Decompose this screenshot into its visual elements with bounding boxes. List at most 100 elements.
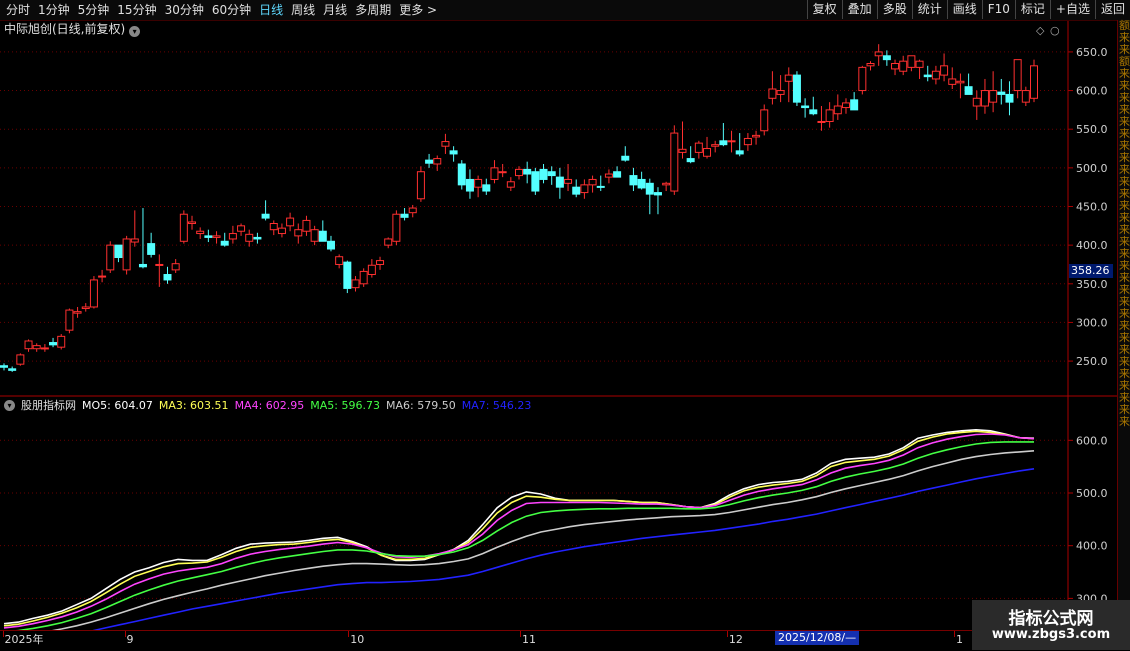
toolbar-buttons: 复权 叠加 多股 统计 画线 F10 标记 +自选 返回: [806, 0, 1130, 19]
candle-body: [931, 70, 940, 80]
candle-body: [850, 99, 859, 111]
candle-body: [138, 263, 147, 268]
toolbar-button[interactable]: +自选: [1049, 0, 1095, 19]
indicator-legend-item: MA4: 602.95: [234, 399, 305, 412]
candle-body: [515, 168, 523, 177]
candle-body: [220, 240, 229, 246]
candle-body: [1005, 93, 1014, 103]
side-info-strip[interactable]: 额来来额来来来来来来来来来来来来来来来来来来来来来来来来来来来来来来: [1117, 20, 1130, 632]
candle-body: [449, 150, 458, 155]
candlestick-chart[interactable]: 650.0 600.0 550.0 500.0 450.0 400.0 350.0 300.0…: [0, 0, 1130, 650]
period-tab[interactable]: 更多 >: [395, 1, 441, 19]
candle-body: [212, 235, 221, 238]
candle-body: [833, 105, 842, 115]
candle-body: [155, 263, 164, 266]
indicator-line-ma3: [3, 430, 1035, 627]
period-tab[interactable]: 1分钟: [34, 1, 74, 19]
date-tick: [520, 631, 522, 637]
candle-body: [629, 175, 638, 186]
candle-body: [899, 60, 908, 72]
date-label: 1: [955, 633, 963, 646]
toolbar-button[interactable]: 画线: [946, 0, 982, 19]
period-tab[interactable]: 多周期: [351, 1, 395, 19]
candle-body: [711, 144, 720, 147]
indicator-legend-item: MA5: 596.73: [310, 399, 380, 412]
toolbar-button[interactable]: 标记: [1014, 0, 1050, 19]
period-tab[interactable]: 日线: [255, 1, 287, 19]
candle-body: [572, 186, 581, 195]
toolbar-button[interactable]: F10: [981, 0, 1015, 19]
candle-body: [384, 238, 393, 246]
candle-body: [245, 233, 254, 242]
candle-body: [531, 171, 540, 192]
candle-body: [441, 141, 450, 147]
candle-body: [433, 158, 442, 165]
candle-body: [408, 207, 417, 214]
candle-body: [130, 238, 139, 243]
candle-body: [1021, 90, 1030, 103]
period-tab[interactable]: 分时: [2, 1, 34, 19]
date-axis: 2025年 9 10 11 12 1: [0, 630, 1130, 651]
selected-date-label: 2025/12/08/—: [775, 631, 860, 645]
toolbar-button[interactable]: 多股: [876, 0, 912, 19]
period-tab[interactable]: 月线: [319, 1, 351, 19]
price-tick-label: 550.0: [1076, 123, 1108, 136]
candle-body: [539, 168, 548, 180]
price-tick-label: 500.0: [1076, 162, 1108, 175]
chevron-down-icon[interactable]: ▾: [4, 400, 15, 411]
indicator-line-ma5: [3, 441, 1034, 633]
indicator-legend-item: MO5: 604.07: [82, 399, 153, 412]
date-label: 2025年: [4, 633, 44, 646]
toolbar-button[interactable]: 统计: [911, 0, 947, 19]
date-tick: [124, 631, 126, 637]
candle-body: [32, 345, 41, 350]
period-tab[interactable]: 周线: [287, 1, 319, 19]
chart-title-text: 中际旭创(日线,前复权): [4, 22, 126, 36]
candle-body: [882, 55, 891, 61]
candle-body: [302, 219, 311, 232]
toolbar-button[interactable]: 复权: [806, 0, 842, 19]
candle-body: [98, 275, 107, 278]
indicator-legend-item: MA7: 546.23: [461, 399, 532, 412]
candle-body: [760, 109, 769, 132]
indicator-tick-label: 500.0: [1076, 487, 1108, 500]
period-tab[interactable]: 30分钟: [161, 1, 208, 19]
candle-body: [286, 217, 295, 227]
candle-body: [400, 213, 409, 218]
candle-body: [269, 223, 278, 231]
side-strip-char: 来: [1119, 415, 1130, 428]
candle-body: [964, 86, 973, 95]
candle-body: [89, 279, 98, 308]
watermark-title: 指标公式网: [1008, 609, 1094, 629]
chevron-down-icon[interactable]: ▾: [129, 26, 141, 37]
candle-body: [343, 261, 352, 289]
candle-body: [809, 109, 818, 115]
candle-body: [392, 213, 401, 242]
period-tab[interactable]: 5分钟: [74, 1, 114, 19]
candle-body: [457, 163, 466, 186]
candle-body: [801, 105, 810, 109]
candle-body: [891, 63, 900, 70]
candle-body: [16, 354, 25, 365]
candle-body: [948, 78, 957, 85]
date-tick: [953, 631, 955, 637]
candle-body: [580, 184, 589, 194]
candle-body: [1030, 65, 1038, 99]
candle-body: [73, 311, 82, 314]
price-tick-label: 400.0: [1076, 239, 1108, 252]
candle-body: [1013, 59, 1022, 92]
candle-body: [261, 213, 270, 219]
toolbar-button[interactable]: 叠加: [841, 0, 877, 19]
candle-body: [645, 182, 654, 195]
chart-title[interactable]: 中际旭创(日线,前复权) ▾: [4, 21, 141, 37]
period-tab[interactable]: 60分钟: [208, 1, 255, 19]
candle-body: [989, 90, 998, 103]
indicator-name: 股朋指标网: [21, 399, 76, 412]
indicator-legend-item: MA6: 579.50: [386, 399, 456, 412]
period-tabs: 分时 1分钟 5分钟 15分钟 30分钟 60分钟 日线 周线 月线 多周期 更多 >: [2, 1, 441, 19]
candle-body: [719, 140, 728, 146]
period-tab[interactable]: 15分钟: [113, 1, 160, 19]
date-tick: [726, 631, 728, 637]
toolbar-button[interactable]: 返回: [1094, 0, 1130, 19]
candle-body: [547, 171, 556, 177]
